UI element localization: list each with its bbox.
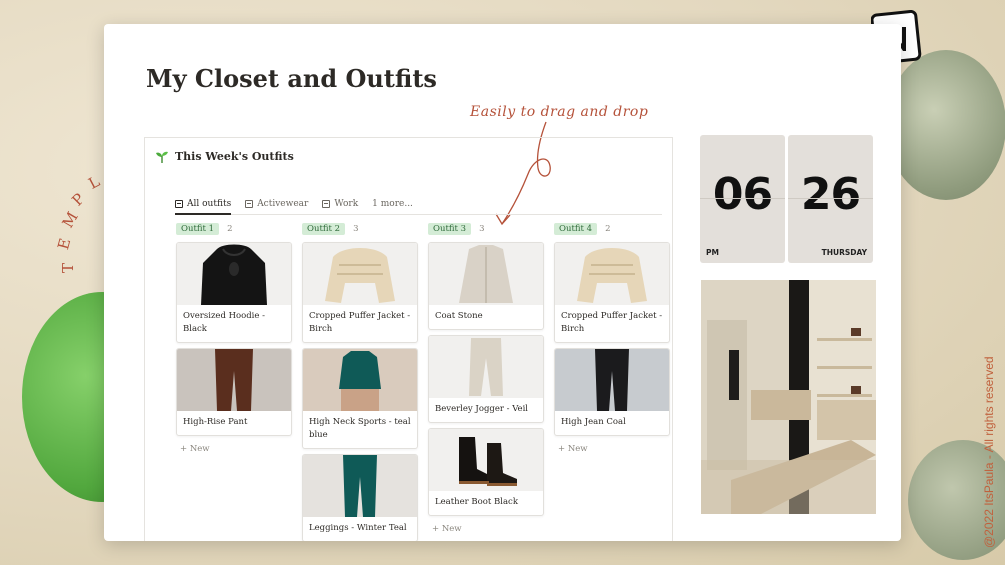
column-header: Outfit 1 2 [176, 222, 292, 236]
board-column-outfit-3: Outfit 3 3 Coat Stone Beverley Jogger - … [428, 222, 544, 537]
card-title: High Jean Coal [561, 417, 626, 427]
outfit-card[interactable]: Oversized Hoodie - Black [176, 242, 292, 343]
template-letter: E [54, 234, 75, 252]
coat-thumbnail [429, 243, 543, 305]
card-title: Coat Stone [435, 311, 483, 321]
outfit-card[interactable]: High Neck Sports - teal blue [302, 348, 418, 449]
group-tag[interactable]: Outfit 4 [554, 223, 598, 235]
outfit-card[interactable]: Cropped Puffer Jacket - Birch [302, 242, 418, 343]
boot-thumbnail [429, 429, 543, 491]
outfit-card[interactable]: High Jean Coal [554, 348, 670, 436]
tab-label: 1 more... [372, 198, 413, 209]
seedling-icon [156, 151, 168, 163]
group-tag[interactable]: Outfit 1 [176, 223, 220, 235]
clock-hour: 06 [712, 169, 773, 220]
new-card-button[interactable]: + New [176, 441, 292, 457]
template-letter: M [58, 206, 83, 232]
board-header: This Week's Outfits [155, 150, 294, 163]
card-title: High Neck Sports - teal blue [309, 417, 411, 440]
jean-thumbnail [555, 349, 669, 411]
pant-thumbnail [177, 349, 291, 411]
group-tag[interactable]: Outfit 3 [428, 223, 472, 235]
board-column-outfit-4: Outfit 4 2 Cropped Puffer Jacket - Birch [554, 222, 670, 457]
card-title: Beverley Jogger - Veil [435, 404, 529, 414]
jogger-thumbnail [429, 336, 543, 398]
page-title: My Closet and Outfits [146, 64, 437, 93]
card-title: High-Rise Pant [183, 417, 248, 427]
card-title: Cropped Puffer Jacket - Birch [309, 311, 411, 334]
outfit-card[interactable]: Beverley Jogger - Veil [428, 335, 544, 423]
new-label: New [441, 524, 462, 534]
tab-all-outfits[interactable]: All outfits [175, 194, 232, 215]
boutique-photo [701, 280, 876, 514]
view-tabs: All outfits Activewear Work 1 more... [175, 194, 662, 215]
group-count: 3 [353, 224, 359, 234]
column-header: Outfit 4 2 [554, 222, 670, 236]
outfit-card[interactable]: High-Rise Pant [176, 348, 292, 436]
board-column-outfit-1: Outfit 1 2 Oversized Hoodie - Black High… [176, 222, 292, 457]
column-header: Outfit 2 3 [302, 222, 418, 236]
tab-work[interactable]: Work [322, 194, 358, 213]
tab-more[interactable]: 1 more... [372, 194, 413, 213]
clock-hour-panel: 06 PM [700, 135, 785, 263]
board-view-icon [175, 199, 183, 208]
outfits-board: This Week's Outfits All outfits Activewe… [144, 137, 673, 541]
copyright-text: @2022 ItsPaula - All rights reserved [982, 356, 996, 548]
clock-minute-panel: 26 THURSDAY [788, 135, 873, 263]
board-column-outfit-2: Outfit 2 3 Cropped Puffer Jacket - Birch [302, 222, 418, 541]
tab-label: All outfits [187, 198, 232, 209]
tab-label: Work [334, 198, 359, 209]
board-title: This Week's Outfits [175, 150, 294, 163]
group-count: 2 [227, 224, 233, 234]
clock-divider [788, 198, 873, 199]
template-letter: L [85, 171, 105, 193]
template-letter: T [59, 260, 78, 274]
clock-minute: 26 [800, 169, 861, 220]
tab-label: Activewear [257, 198, 309, 209]
decorative-gray-sphere [886, 50, 1005, 200]
group-count: 3 [479, 224, 485, 234]
hoodie-thumbnail [177, 243, 291, 305]
outfit-card[interactable]: Coat Stone [428, 242, 544, 330]
sports-top-thumbnail [303, 349, 417, 411]
column-header: Outfit 3 3 [428, 222, 544, 236]
puffer-jacket-thumbnail [555, 243, 669, 305]
outfit-card[interactable]: Leather Boot Black [428, 428, 544, 516]
template-letter: P [68, 188, 90, 210]
outfit-card[interactable]: Cropped Puffer Jacket - Birch [554, 242, 670, 343]
card-title: Leggings - Winter Teal [309, 523, 407, 533]
leggings-thumbnail [303, 455, 417, 517]
new-card-button[interactable]: + New [428, 521, 544, 537]
clock-day: THURSDAY [821, 248, 867, 257]
card-title: Oversized Hoodie - Black [183, 311, 266, 334]
new-label: New [567, 444, 588, 454]
tab-activewear[interactable]: Activewear [245, 194, 308, 213]
board-view-icon [322, 199, 331, 208]
group-tag[interactable]: Outfit 2 [302, 223, 346, 235]
card-title: Cropped Puffer Jacket - Birch [561, 311, 663, 334]
clock-divider [700, 198, 785, 199]
puffer-jacket-thumbnail [303, 243, 417, 305]
outfit-card[interactable]: Leggings - Winter Teal [302, 454, 418, 541]
clock-ampm: PM [706, 248, 719, 257]
new-label: New [189, 444, 210, 454]
group-count: 2 [605, 224, 611, 234]
new-card-button[interactable]: + New [554, 441, 670, 457]
card-title: Leather Boot Black [435, 497, 518, 507]
board-view-icon [245, 199, 254, 208]
notion-page: My Closet and Outfits Easily to drag and… [104, 24, 901, 541]
